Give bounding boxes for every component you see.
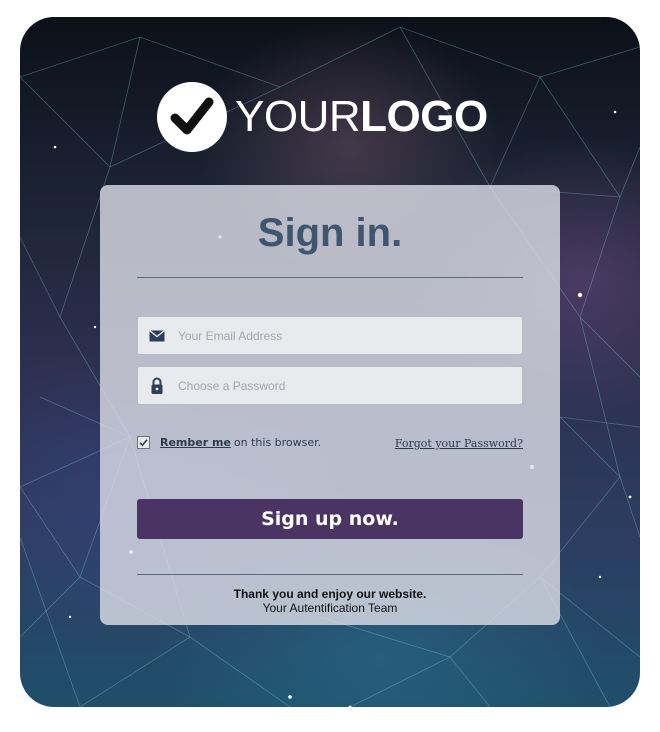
remember-checkbox[interactable] <box>137 436 150 449</box>
signin-title: Sign in. <box>257 211 403 255</box>
email-field[interactable] <box>137 316 523 355</box>
background-frame: YOURLOGO Sign in. Your Email Address Rem… <box>20 17 640 707</box>
checkmark-icon <box>139 439 148 447</box>
signin-card: Sign in. Your Email Address Rember me on… <box>100 185 560 625</box>
logo-wordmark: YOURLOGO <box>235 82 488 152</box>
signup-button[interactable]: Sign up now. <box>137 499 523 539</box>
forgot-password-link[interactable]: Forgot your Password? <box>395 437 523 450</box>
logo-checkmark-icon <box>157 82 227 152</box>
logo-text-bold: LOGO <box>360 92 488 141</box>
password-input[interactable] <box>176 377 500 394</box>
password-field[interactable] <box>137 366 523 405</box>
envelope-icon <box>138 329 176 342</box>
footer-team: Your Autentification Team <box>262 601 398 615</box>
logo-text-light: YOUR <box>235 92 361 141</box>
remember-label-bold: Rember me <box>160 436 231 449</box>
brand-logo: YOURLOGO <box>157 82 488 152</box>
title-divider <box>137 277 523 278</box>
remember-label-rest: on this browser. <box>233 436 322 449</box>
footer-divider <box>137 574 523 575</box>
footer-thanks: Thank you and enjoy our website. <box>233 587 427 601</box>
email-input[interactable] <box>176 327 500 344</box>
remember-me[interactable]: Rember me on this browser. <box>137 436 321 449</box>
lock-icon <box>138 377 176 395</box>
